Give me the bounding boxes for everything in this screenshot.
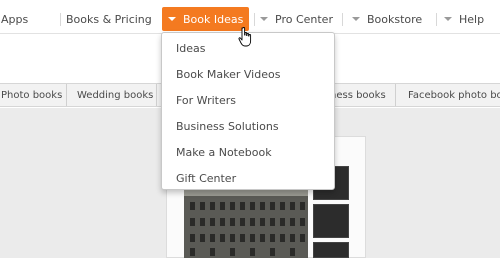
hand-pointer-icon [238, 27, 252, 47]
thumbnail-image [313, 242, 349, 258]
tab-photo-books[interactable]: Photo books [0, 84, 67, 106]
menu-item-book-maker-videos[interactable]: Book Maker Videos [176, 68, 280, 81]
tab-label: Wedding books [77, 89, 154, 101]
tab-business-books[interactable]: ness books [330, 84, 396, 106]
nav-apps-label: Apps [1, 12, 29, 26]
menu-item-make-a-notebook[interactable]: Make a Notebook [176, 146, 272, 159]
menu-item-business-solutions[interactable]: Business Solutions [176, 120, 279, 133]
book-photo [184, 186, 308, 258]
nav-help[interactable]: Help [444, 7, 484, 31]
chevron-down-icon [168, 17, 176, 21]
tab-label: ness books [330, 89, 386, 101]
tab-facebook-photo-books[interactable]: Facebook photo boo [396, 84, 500, 106]
nav-divider [254, 13, 255, 26]
nav-book-ideas[interactable]: Book Ideas [162, 7, 250, 31]
menu-item-gift-center[interactable]: Gift Center [176, 172, 236, 185]
book-ideas-dropdown: Ideas Book Maker Videos For Writers Busi… [161, 32, 335, 190]
nav-help-label: Help [459, 12, 485, 26]
nav-divider [60, 13, 61, 26]
tab-wedding-books[interactable]: Wedding books [67, 84, 157, 106]
tab-label: Facebook photo boo [408, 89, 500, 101]
nav-apps[interactable]: Apps [1, 7, 28, 31]
nav-books-pricing[interactable]: Books & Pricing [66, 7, 152, 31]
nav-pro-center[interactable]: Pro Center [260, 7, 333, 31]
nav-bookstore[interactable]: Bookstore [352, 7, 422, 31]
nav-pro-center-label: Pro Center [275, 12, 333, 26]
building-photo-image [184, 186, 308, 258]
chevron-down-icon [260, 17, 268, 21]
chevron-down-icon [352, 17, 360, 21]
tab-label: Photo books [1, 89, 63, 101]
nav-divider [342, 13, 343, 26]
nav-divider [436, 13, 437, 26]
menu-item-for-writers[interactable]: For Writers [176, 94, 236, 107]
chevron-down-icon [444, 17, 452, 21]
menu-item-ideas[interactable]: Ideas [176, 42, 205, 55]
nav-bookstore-label: Bookstore [367, 12, 423, 26]
thumbnail-image [313, 204, 349, 238]
nav-book-ideas-label: Book Ideas [183, 12, 244, 26]
nav-books-pricing-label: Books & Pricing [66, 12, 152, 26]
